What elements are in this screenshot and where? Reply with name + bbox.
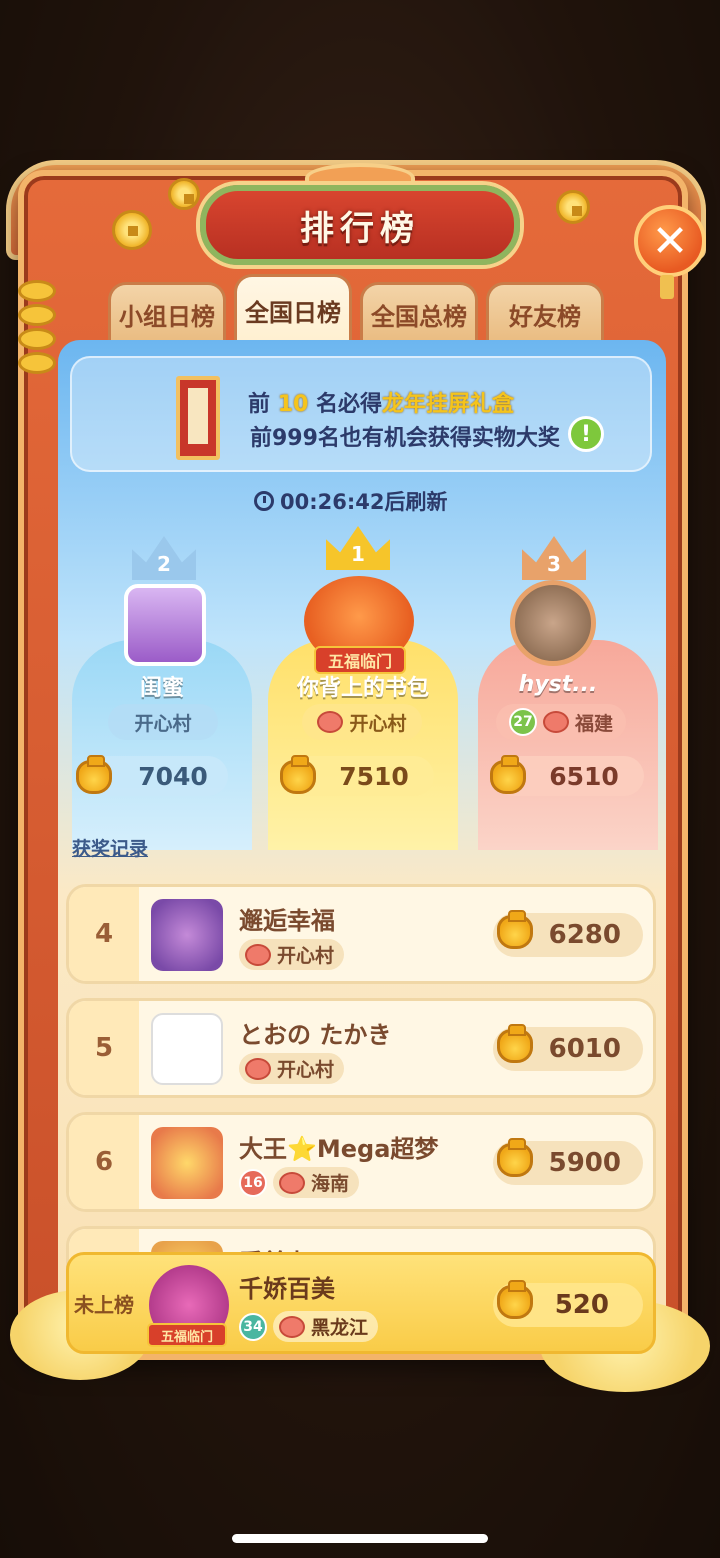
region-chip-third: 27 福建 [496, 704, 626, 740]
banner-mid: 名必得 [315, 392, 382, 417]
banner-line-2: 前999名也有机会获得实物大奖 [250, 426, 560, 451]
lucky-bag-icon [497, 1024, 533, 1063]
prize-banner: 前 10 名必得龙年挂屏礼盒 前999名也有机会获得实物大奖 ! [70, 356, 652, 472]
row-player-name: 大王⭐Mega超梦 [239, 1135, 439, 1163]
my-rank: 未上榜 [74, 1292, 134, 1317]
row-meta: 开心村 [239, 939, 345, 970]
fish-icon [245, 943, 271, 966]
leaderboard-panel: 前 10 名必得龙年挂屏礼盒 前999名也有机会获得实物大奖 ! 00:26:4… [58, 340, 666, 1340]
coin-icon [168, 178, 200, 210]
lantern-tassel [660, 275, 674, 299]
row-rank: 4 [69, 887, 139, 981]
row-meta: 16 海南 [239, 1167, 360, 1198]
lucky-bag-icon [497, 1280, 533, 1319]
score-first: 7510 [339, 761, 409, 791]
avatar-second[interactable] [124, 584, 206, 666]
my-region: 黑龙江 [311, 1317, 369, 1339]
region-chip-first: 开心村 [302, 704, 422, 740]
lucky-bag-icon [490, 755, 526, 794]
fish-icon [542, 711, 569, 733]
timer-text: 00:26:42后刷新 [280, 490, 448, 514]
tab-bar: 小组日榜 全国日榜 全国总榜 好友榜 [108, 274, 604, 344]
fish-icon [317, 711, 344, 733]
my-rank-row[interactable]: 未上榜 五福临门 千娇百美 34 黑龙江 520 [66, 1252, 656, 1354]
region-chip: 开心村 [239, 1053, 345, 1084]
tab-national-daily[interactable]: 全国日榜 [234, 274, 352, 344]
my-player-name: 千娇百美 [239, 1275, 335, 1303]
row-player-name: とおの たかき [239, 1021, 392, 1049]
fish-icon [279, 1171, 305, 1194]
region-chip: 海南 [273, 1167, 360, 1198]
close-icon: ✕ [651, 215, 689, 267]
level-badge: 27 [508, 708, 537, 736]
player-name-second: 闺蜜 [139, 676, 184, 701]
lucky-bag-icon [497, 910, 533, 949]
score-second: 7040 [138, 761, 208, 791]
row-region: 开心村 [277, 1059, 335, 1081]
banner-top-count: 10 [277, 392, 309, 417]
banner-prefix: 前 [248, 392, 271, 417]
rank-third: 3 [547, 552, 561, 576]
avatar-third[interactable] [510, 580, 596, 666]
page-title: 排行榜 [300, 208, 420, 249]
refresh-timer: 00:26:42后刷新 [254, 486, 447, 516]
score-third: 6510 [549, 761, 619, 791]
info-icon[interactable]: ! [568, 416, 604, 452]
tab-national-total[interactable]: 全国总榜 [360, 282, 478, 344]
region-chip-second: 开心村 [108, 704, 218, 740]
avatar-frame-banner: 五福临门 [147, 1323, 227, 1347]
crown-icon-second: 2 [132, 536, 196, 580]
coin-string-ornament [18, 280, 58, 390]
level-badge: 16 [239, 1168, 267, 1197]
rank-second: 2 [157, 552, 171, 576]
banner-line-1: 前 10 名必得龙年挂屏礼盒 [248, 386, 514, 418]
lucky-bag-icon [497, 1138, 533, 1177]
rank-first: 1 [351, 542, 365, 566]
row-player-name: 邂逅幸福 [239, 907, 335, 935]
coin-icon [112, 210, 152, 250]
row-region: 开心村 [277, 945, 335, 967]
region-second: 开心村 [134, 712, 192, 735]
region-third: 福建 [574, 712, 613, 735]
row-meta: 开心村 [239, 1053, 345, 1084]
banner-prize: 龙年挂屏礼盒 [382, 392, 515, 417]
close-button[interactable]: ✕ [634, 205, 706, 277]
avatar [151, 1127, 223, 1199]
tab-group-daily[interactable]: 小组日榜 [108, 282, 226, 344]
table-row[interactable]: 5 とおの たかき 开心村 6010 [66, 998, 656, 1098]
my-meta: 34 黑龙江 [239, 1311, 379, 1342]
level-badge: 34 [239, 1312, 267, 1341]
lucky-bag-icon [280, 755, 316, 794]
player-name-first: 你背上的书包 [296, 676, 429, 701]
crown-icon-first: 1 [326, 526, 390, 570]
crown-icon-third: 3 [522, 536, 586, 580]
row-rank: 6 [69, 1115, 139, 1209]
row-rank: 5 [69, 1001, 139, 1095]
fish-icon [245, 1057, 271, 1080]
gift-scroll-icon [176, 376, 220, 460]
tab-friends[interactable]: 好友榜 [486, 282, 604, 344]
title-plate: 排行榜 [200, 185, 520, 265]
coin-icon [556, 190, 590, 224]
award-history-link[interactable]: 获奖记录 [72, 834, 148, 861]
region-first: 开心村 [349, 712, 407, 735]
region-chip: 黑龙江 [273, 1311, 379, 1342]
home-indicator[interactable] [232, 1534, 488, 1543]
avatar [151, 1013, 223, 1085]
table-row[interactable]: 4 邂逅幸福 开心村 6280 [66, 884, 656, 984]
clock-icon [254, 491, 274, 511]
player-name-third: hyst... [518, 672, 598, 697]
fish-icon [279, 1315, 305, 1338]
row-region: 海南 [311, 1173, 350, 1195]
avatar [151, 899, 223, 971]
lucky-bag-icon [76, 755, 112, 794]
region-chip: 开心村 [239, 939, 345, 970]
table-row[interactable]: 6 大王⭐Mega超梦 16 海南 5900 [66, 1112, 656, 1212]
